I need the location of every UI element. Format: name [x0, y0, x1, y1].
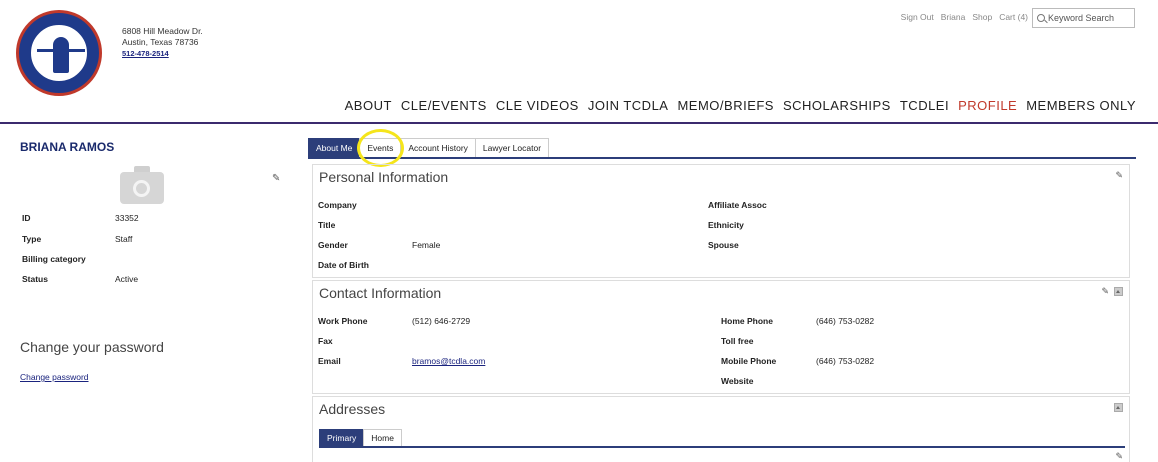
shop-link[interactable]: Shop — [972, 12, 992, 22]
pencil-icon[interactable]: ✎ — [272, 173, 280, 184]
addresses-panel: Addresses Primary Home ✎ — [312, 396, 1130, 462]
contact-info-title: Contact Information — [319, 285, 442, 301]
search-input[interactable]: Keyword Search — [1032, 8, 1135, 28]
field-label: Mobile Phone — [721, 356, 777, 366]
field-label: Work Phone — [318, 316, 368, 326]
pencil-icon[interactable]: ✎ — [1115, 170, 1123, 181]
tab-home[interactable]: Home — [363, 429, 402, 447]
cart-link[interactable]: Cart (4) — [999, 12, 1028, 22]
field-label: Toll free — [721, 336, 754, 346]
highlight-circle — [357, 129, 404, 167]
address-tab-underline — [319, 446, 1125, 448]
main-nav: ABOUT CLE/EVENTS CLE VIDEOS JOIN TCDLA M… — [345, 98, 1136, 113]
profile-field-type: Type Staff — [22, 234, 132, 244]
field-label: Type — [22, 234, 42, 244]
tcdla-logo[interactable] — [16, 10, 102, 96]
field-value: Staff — [115, 234, 133, 244]
field-label: Spouse — [708, 240, 739, 250]
search-placeholder: Keyword Search — [1048, 13, 1115, 23]
nav-scholarships[interactable]: SCHOLARSHIPS — [783, 98, 891, 113]
camera-icon[interactable] — [120, 166, 164, 204]
profile-field-status: Status Active — [22, 274, 138, 284]
user-name-link[interactable]: Briana — [941, 12, 966, 22]
tab-underline — [308, 157, 1136, 159]
tab-account-history[interactable]: Account History — [400, 138, 476, 157]
field-label: ID — [22, 213, 31, 223]
collapse-arrow-icon[interactable] — [1114, 403, 1123, 412]
org-phone-link[interactable]: 512-478-2514 — [122, 48, 203, 59]
search-icon — [1037, 14, 1045, 22]
sign-out-link[interactable]: Sign Out — [901, 12, 934, 22]
field-label: Billing category — [22, 254, 86, 264]
utility-nav: Sign Out Briana Shop Cart (4) — [901, 12, 1028, 22]
field-label: Title — [318, 220, 336, 230]
nav-cle-videos[interactable]: CLE VIDEOS — [496, 98, 579, 113]
nav-profile[interactable]: PROFILE — [958, 98, 1017, 113]
field-value: Active — [115, 274, 139, 284]
address-line-1: 6808 Hill Meadow Dr. — [122, 26, 203, 36]
nav-members-only[interactable]: MEMBERS ONLY — [1026, 98, 1136, 113]
field-label: Company — [318, 200, 357, 210]
tab-about-me[interactable]: About Me — [308, 138, 361, 157]
nav-memo-briefs[interactable]: MEMO/BRIEFS — [677, 98, 774, 113]
profile-field-billing: Billing category — [22, 254, 115, 264]
profile-tabs: About Me Events Account History Lawyer L… — [308, 138, 550, 157]
address-tabs: Primary Home — [319, 429, 402, 447]
field-label: Status — [22, 274, 48, 284]
field-label: Affiliate Assoc — [708, 200, 767, 210]
addresses-title: Addresses — [319, 401, 386, 417]
contact-info-panel: Contact Information ✎ Work Phone (512) 6… — [312, 280, 1130, 394]
field-value: 33352 — [115, 213, 139, 223]
nav-cle-events[interactable]: CLE/EVENTS — [401, 98, 487, 113]
field-label: Website — [721, 376, 754, 386]
field-label: Home Phone — [721, 316, 773, 326]
tab-primary[interactable]: Primary — [319, 429, 365, 447]
field-label: Email — [318, 356, 341, 366]
field-value: (646) 753-0282 — [816, 316, 875, 326]
pencil-icon[interactable]: ✎ — [1101, 286, 1109, 297]
header-divider — [0, 122, 1158, 124]
address-line-2: Austin, Texas 78736 — [122, 37, 199, 47]
org-address: 6808 Hill Meadow Dr. Austin, Texas 78736… — [122, 26, 203, 59]
field-value: Female — [412, 240, 441, 250]
field-label: Date of Birth — [318, 260, 369, 270]
nav-join-tcdla[interactable]: JOIN TCDLA — [588, 98, 669, 113]
field-value: (512) 646-2729 — [412, 316, 471, 326]
field-label: Gender — [318, 240, 348, 250]
pencil-icon[interactable]: ✎ — [1115, 451, 1123, 462]
tab-lawyer-locator[interactable]: Lawyer Locator — [474, 138, 550, 157]
nav-about[interactable]: ABOUT — [345, 98, 392, 113]
change-password-link[interactable]: Change password — [20, 372, 89, 382]
profile-field-id: ID 33352 — [22, 213, 139, 223]
personal-info-title: Personal Information — [319, 169, 449, 185]
personal-info-panel: Personal Information ✎ Company Title Gen… — [312, 164, 1130, 278]
field-label: Fax — [318, 336, 333, 346]
change-password-heading: Change your password — [20, 339, 164, 355]
profile-name: BRIANA RAMOS — [20, 140, 115, 154]
nav-tcdlei[interactable]: TCDLEI — [900, 98, 949, 113]
field-value: (646) 753-0282 — [816, 356, 875, 366]
field-label: Ethnicity — [708, 220, 744, 230]
collapse-arrow-icon[interactable] — [1114, 287, 1123, 296]
email-link[interactable]: bramos@tcdla.com — [412, 356, 485, 366]
